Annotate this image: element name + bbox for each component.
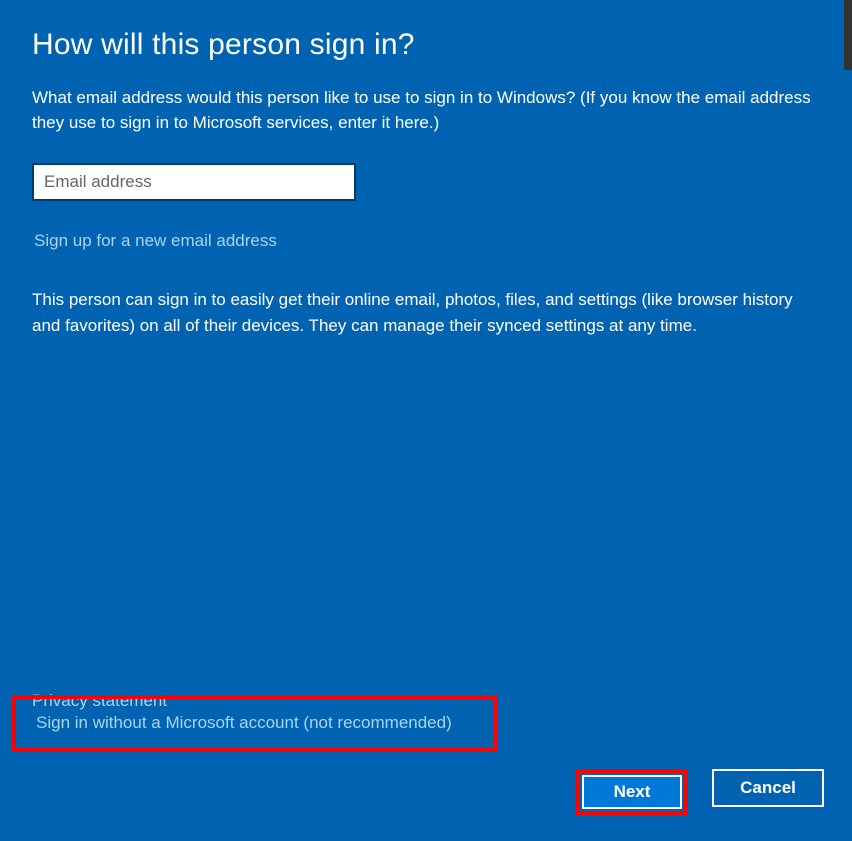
info-text: This person can sign in to easily get th…: [32, 287, 820, 338]
next-button[interactable]: Next: [582, 775, 682, 809]
next-button-highlight: Next: [576, 769, 688, 815]
dialog-content: How will this person sign in? What email…: [0, 0, 852, 338]
email-input[interactable]: [32, 163, 356, 201]
cancel-button[interactable]: Cancel: [712, 769, 824, 807]
scrollbar-thumb[interactable]: [844, 0, 852, 70]
no-account-highlight: Sign in without a Microsoft account (not…: [12, 695, 498, 751]
signup-link[interactable]: Sign up for a new email address: [34, 231, 277, 251]
page-title: How will this person sign in?: [32, 28, 820, 62]
description-text: What email address would this person lik…: [32, 86, 820, 135]
button-row: Next Cancel: [576, 769, 824, 815]
sign-in-without-account-link[interactable]: Sign in without a Microsoft account (not…: [36, 713, 452, 732]
